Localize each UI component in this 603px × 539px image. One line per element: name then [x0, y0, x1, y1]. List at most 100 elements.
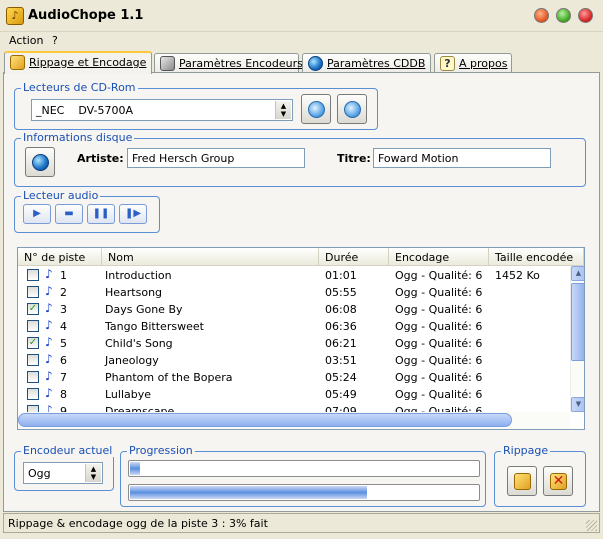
- cddb-lookup-button[interactable]: [25, 147, 55, 177]
- track-name: Lullabye: [105, 388, 152, 401]
- table-row[interactable]: ✓ ♪ 3 Days Gone By 06:08 Ogg - Qualité: …: [18, 301, 568, 318]
- tab-parametres-cddb[interactable]: Paramètres CDDB: [302, 53, 431, 73]
- col-name[interactable]: Nom: [102, 248, 319, 266]
- track-name: Heartsong: [105, 286, 163, 299]
- track-checkbox[interactable]: ✓: [27, 303, 39, 315]
- close-button[interactable]: [578, 8, 593, 23]
- track-checkbox[interactable]: [27, 354, 39, 366]
- track-name: Janeology: [105, 354, 159, 367]
- track-encoding: Ogg - Qualité: 6: [395, 303, 483, 316]
- tab-strip: Rippage et Encodage Paramètres Encodeurs…: [0, 51, 603, 74]
- encoder-legend: Encodeur actuel: [21, 444, 115, 457]
- table-row[interactable]: ♪ 4 Tango Bittersweet 06:36 Ogg - Qualit…: [18, 318, 568, 335]
- resize-grip-icon[interactable]: [586, 520, 597, 531]
- col-duration[interactable]: Durée: [319, 248, 389, 266]
- track-checkbox[interactable]: [27, 269, 39, 281]
- artist-label: Artiste:: [77, 152, 124, 165]
- track-checkbox[interactable]: [27, 320, 39, 332]
- help-icon: ?: [440, 56, 455, 71]
- globe-icon: [308, 56, 323, 71]
- horizontal-scrollbar[interactable]: [18, 412, 570, 429]
- window-title: AudioChope 1.1: [28, 8, 144, 23]
- tab-a-propos[interactable]: ? A propos: [434, 53, 512, 73]
- track-duration: 05:24: [325, 371, 357, 384]
- track-duration: 06:21: [325, 337, 357, 350]
- vertical-scroll-thumb[interactable]: [571, 283, 584, 361]
- track-encoding: Ogg - Qualité: 6: [395, 337, 483, 350]
- track-encoding: Ogg - Qualité: 6: [395, 388, 483, 401]
- disc-info-group: Informations disque Artiste: Fred Hersch…: [14, 131, 586, 187]
- horizontal-scroll-thumb[interactable]: [18, 413, 512, 427]
- globe-icon: [32, 154, 49, 171]
- track-duration: 03:51: [325, 354, 357, 367]
- track-number: 1: [60, 269, 67, 282]
- tab-rippage-encodage[interactable]: Rippage et Encodage: [4, 51, 152, 74]
- track-list[interactable]: N° de piste Nom Durée Encodage Taille en…: [17, 247, 585, 430]
- track-list-header: N° de piste Nom Durée Encodage Taille en…: [18, 248, 584, 266]
- track-duration: 01:01: [325, 269, 357, 282]
- next-track-icon: ❚▶: [124, 208, 142, 219]
- encoder-selected-value: Ogg: [28, 467, 51, 480]
- cdrom-group: Lecteurs de CD-Rom _NEC DV-5700A ▲ ▼: [14, 81, 378, 130]
- vertical-scrollbar[interactable]: ▲ ▼: [570, 266, 584, 412]
- cdrom-select[interactable]: _NEC DV-5700A ▲ ▼: [31, 99, 293, 121]
- menu-action[interactable]: Action: [9, 34, 43, 47]
- track-progress-bar: [128, 460, 480, 477]
- stop-button[interactable]: ▬: [55, 204, 83, 224]
- track-encoded-size: 1452 Ko: [495, 269, 540, 282]
- col-track-number[interactable]: N° de piste: [18, 248, 102, 266]
- track-number: 4: [60, 320, 67, 333]
- menu-help[interactable]: ?: [52, 34, 58, 47]
- cd-refresh-icon: [344, 101, 361, 118]
- tab-parametres-encodeurs[interactable]: Paramètres Encodeurs: [154, 53, 303, 73]
- start-rip-button[interactable]: [507, 466, 537, 496]
- track-duration: 05:55: [325, 286, 357, 299]
- encoder-group: Encodeur actuel Ogg ▲ ▼: [14, 444, 115, 491]
- maximize-button[interactable]: [556, 8, 571, 23]
- scroll-down-icon[interactable]: ▼: [571, 397, 584, 412]
- title-input[interactable]: Foward Motion: [373, 148, 551, 168]
- title-bar: ♪ AudioChope 1.1: [0, 0, 603, 32]
- track-checkbox[interactable]: [27, 388, 39, 400]
- cdrom-refresh-button[interactable]: [337, 94, 367, 124]
- next-track-button[interactable]: ❚▶: [119, 204, 147, 224]
- ripping-legend: Rippage: [501, 444, 551, 457]
- track-name: Phantom of the Bopera: [105, 371, 233, 384]
- track-number: 5: [60, 337, 67, 350]
- encoder-select[interactable]: Ogg ▲ ▼: [23, 462, 103, 484]
- status-bar: Rippage & encodage ogg de la piste 3 : 3…: [3, 513, 600, 533]
- col-encoding[interactable]: Encodage: [389, 248, 489, 266]
- table-row[interactable]: ♪ 6 Janeology 03:51 Ogg - Qualité: 6: [18, 352, 568, 369]
- progress-group: Progression: [120, 444, 486, 507]
- music-note-icon: ♪: [45, 369, 53, 383]
- track-encoding: Ogg - Qualité: 6: [395, 320, 483, 333]
- cancel-rip-button[interactable]: ✕: [543, 466, 573, 496]
- cancel-icon: ✕: [550, 473, 567, 490]
- track-name: Child's Song: [105, 337, 173, 350]
- track-name: Introduction: [105, 269, 172, 282]
- audio-player-group: Lecteur audio ▶ ▬ ❚❚ ❚▶: [14, 189, 160, 233]
- app-logo-icon: ♪: [6, 7, 24, 25]
- chevron-updown-icon: ▲ ▼: [275, 101, 291, 119]
- track-checkbox[interactable]: [27, 286, 39, 298]
- scroll-up-icon[interactable]: ▲: [571, 266, 584, 281]
- music-note-icon: ♪: [45, 352, 53, 366]
- track-checkbox[interactable]: [27, 371, 39, 383]
- table-row[interactable]: ♪ 2 Heartsong 05:55 Ogg - Qualité: 6: [18, 284, 568, 301]
- track-number: 2: [60, 286, 67, 299]
- ripping-group: Rippage ✕: [494, 444, 586, 507]
- table-row[interactable]: ♪ 8 Lullabye 05:49 Ogg - Qualité: 6: [18, 386, 568, 403]
- table-row[interactable]: ✓ ♪ 5 Child's Song 06:21 Ogg - Qualité: …: [18, 335, 568, 352]
- cdrom-eject-button[interactable]: [301, 94, 331, 124]
- track-number: 3: [60, 303, 67, 316]
- disc-info-legend: Informations disque: [21, 131, 135, 144]
- minimize-button[interactable]: [534, 8, 549, 23]
- track-checkbox[interactable]: ✓: [27, 337, 39, 349]
- col-encoded-size[interactable]: Taille encodée: [489, 248, 584, 266]
- pause-button[interactable]: ❚❚: [87, 204, 115, 224]
- table-row[interactable]: ♪ 7 Phantom of the Bopera 05:24 Ogg - Qu…: [18, 369, 568, 386]
- music-note-icon: ♪: [45, 318, 53, 332]
- table-row[interactable]: ♪ 1 Introduction 01:01 Ogg - Qualité: 6 …: [18, 267, 568, 284]
- artist-input[interactable]: Fred Hersch Group: [127, 148, 305, 168]
- play-button[interactable]: ▶: [23, 204, 51, 224]
